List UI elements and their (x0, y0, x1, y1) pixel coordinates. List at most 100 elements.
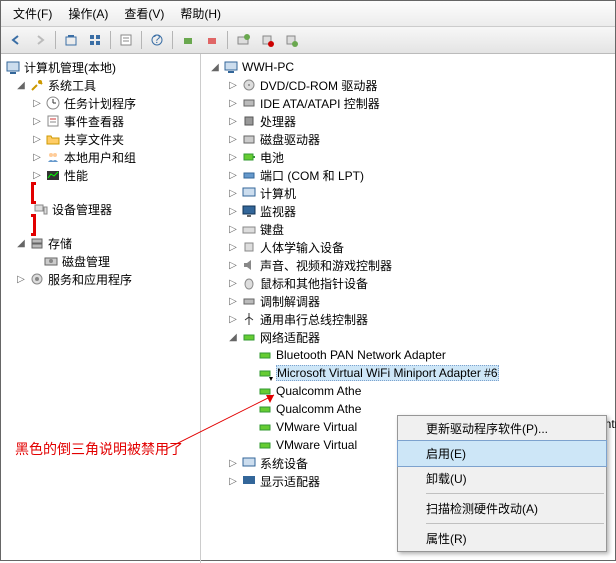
tb-icon-1[interactable] (177, 29, 199, 51)
hid-icon (241, 239, 257, 255)
toolbar: ? (1, 27, 615, 54)
tb-icon-4[interactable] (256, 29, 278, 51)
adapter-disabled-icon (257, 365, 273, 381)
expand-icon[interactable]: ▷ (227, 241, 239, 253)
ctx-update-driver[interactable]: 更新驱动程序软件(P)... (398, 416, 606, 441)
computer-icon (223, 59, 239, 75)
dev-monitor[interactable]: ▷监视器 (201, 202, 615, 220)
expand-icon[interactable]: ▷ (227, 205, 239, 217)
tree-services[interactable]: ▷服务和应用程序 (1, 270, 200, 288)
perf-icon (45, 167, 61, 183)
dev-ports[interactable]: ▷端口 (COM 和 LPT) (201, 166, 615, 184)
dvd-icon (241, 77, 257, 93)
collapse-icon[interactable]: ◢ (15, 237, 27, 249)
tree-devmgr-highlight: 设备管理器 (31, 186, 194, 232)
expand-icon[interactable]: ▷ (227, 133, 239, 145)
pc-icon (241, 185, 257, 201)
expand-icon[interactable]: ▷ (227, 313, 239, 325)
up-button[interactable] (60, 29, 82, 51)
dev-bt[interactable]: Bluetooth PAN Network Adapter (201, 346, 615, 364)
expand-icon[interactable]: ▷ (31, 133, 43, 145)
menu-file[interactable]: 文件(F) (5, 3, 60, 24)
dev-computer[interactable]: ▷计算机 (201, 184, 615, 202)
expand-icon[interactable]: ▷ (227, 223, 239, 235)
adapter-icon (257, 383, 273, 399)
folder-shared-icon (45, 131, 61, 147)
tb-icon-2[interactable] (201, 29, 223, 51)
storage-icon (29, 235, 45, 251)
dev-qca1[interactable]: Qualcomm Athe (201, 382, 615, 400)
scan-hardware-button[interactable] (232, 29, 254, 51)
users-icon (45, 149, 61, 165)
dev-ide[interactable]: ▷IDE ATA/ATAPI 控制器 (201, 94, 615, 112)
expand-icon[interactable]: ▷ (227, 97, 239, 109)
collapse-icon[interactable]: ◢ (227, 331, 239, 343)
computer-mgmt-icon (5, 59, 21, 75)
dev-msvwifi[interactable]: Microsoft Virtual WiFi Miniport Adapter … (201, 364, 615, 382)
display-icon (241, 473, 257, 489)
collapse-icon[interactable]: ◢ (209, 61, 221, 73)
expand-icon[interactable]: ▷ (227, 151, 239, 163)
expand-icon[interactable]: ▷ (227, 187, 239, 199)
tree-storage[interactable]: ◢存储 (1, 234, 200, 252)
dev-mouse[interactable]: ▷鼠标和其他指针设备 (201, 274, 615, 292)
dev-disk[interactable]: ▷磁盘驱动器 (201, 130, 615, 148)
dev-sound[interactable]: ▷声音、视频和游戏控制器 (201, 256, 615, 274)
cpu-icon (241, 113, 257, 129)
expand-icon[interactable]: ▷ (15, 273, 27, 285)
dev-pc[interactable]: ◢WWH-PC (201, 58, 615, 76)
tree-eventviewer[interactable]: ▷事件查看器 (1, 112, 200, 130)
ctx-separator (426, 523, 604, 524)
tools-icon (29, 77, 45, 93)
menu-action[interactable]: 操作(A) (60, 3, 116, 24)
dev-netadapter[interactable]: ◢网络适配器 (201, 328, 615, 346)
expand-icon[interactable]: ▷ (31, 169, 43, 181)
ctx-props[interactable]: 属性(R) (398, 526, 606, 551)
adapter-icon (257, 401, 273, 417)
dev-usb[interactable]: ▷通用串行总线控制器 (201, 310, 615, 328)
tree-devmgr[interactable]: 设备管理器 (31, 200, 194, 218)
props-button[interactable] (115, 29, 137, 51)
expand-icon[interactable]: ▷ (227, 457, 239, 469)
ctx-enable[interactable]: 启用(E) (397, 440, 607, 467)
dev-keyboard[interactable]: ▷键盘 (201, 220, 615, 238)
expand-icon[interactable]: ▷ (31, 151, 43, 163)
sysdev-icon (241, 455, 257, 471)
menu-view[interactable]: 查看(V) (116, 3, 172, 24)
expand-icon[interactable]: ▷ (227, 79, 239, 91)
network-icon (241, 329, 257, 345)
ctx-scan[interactable]: 扫描检测硬件改动(A) (398, 496, 606, 521)
forward-button[interactable] (29, 29, 51, 51)
dev-cpu[interactable]: ▷处理器 (201, 112, 615, 130)
tree-tasksched[interactable]: ▷任务计划程序 (1, 94, 200, 112)
dev-modem[interactable]: ▷调制解调器 (201, 292, 615, 310)
tree-systools[interactable]: ◢系统工具 (1, 76, 200, 94)
tree-users[interactable]: ▷本地用户和组 (1, 148, 200, 166)
adapter-icon (257, 419, 273, 435)
usb-icon (241, 311, 257, 327)
back-button[interactable] (5, 29, 27, 51)
dev-battery[interactable]: ▷电池 (201, 148, 615, 166)
help-button[interactable]: ? (146, 29, 168, 51)
expand-icon[interactable]: ▷ (227, 259, 239, 271)
expand-icon[interactable]: ▷ (31, 115, 43, 127)
tree-root[interactable]: 计算机管理(本地) (1, 58, 200, 76)
expand-icon[interactable]: ▷ (227, 169, 239, 181)
ctx-uninstall[interactable]: 卸载(U) (398, 466, 606, 491)
tb-icon-5[interactable] (280, 29, 302, 51)
annotation-text: 黑色的倒三角说明被禁用了 (15, 439, 183, 459)
expand-icon[interactable]: ▷ (31, 97, 43, 109)
dev-dvd[interactable]: ▷DVD/CD-ROM 驱动器 (201, 76, 615, 94)
dev-hid[interactable]: ▷人体学输入设备 (201, 238, 615, 256)
collapse-icon[interactable]: ◢ (15, 79, 27, 91)
svg-text:?: ? (154, 33, 161, 46)
expand-icon[interactable]: ▷ (227, 295, 239, 307)
expand-icon[interactable]: ▷ (227, 115, 239, 127)
tree-shared[interactable]: ▷共享文件夹 (1, 130, 200, 148)
menu-help[interactable]: 帮助(H) (172, 3, 229, 24)
tree-diskmgmt[interactable]: 磁盘管理 (1, 252, 200, 270)
expand-icon[interactable]: ▷ (227, 475, 239, 487)
disk-icon (43, 253, 59, 269)
view-button[interactable] (84, 29, 106, 51)
expand-icon[interactable]: ▷ (227, 277, 239, 289)
